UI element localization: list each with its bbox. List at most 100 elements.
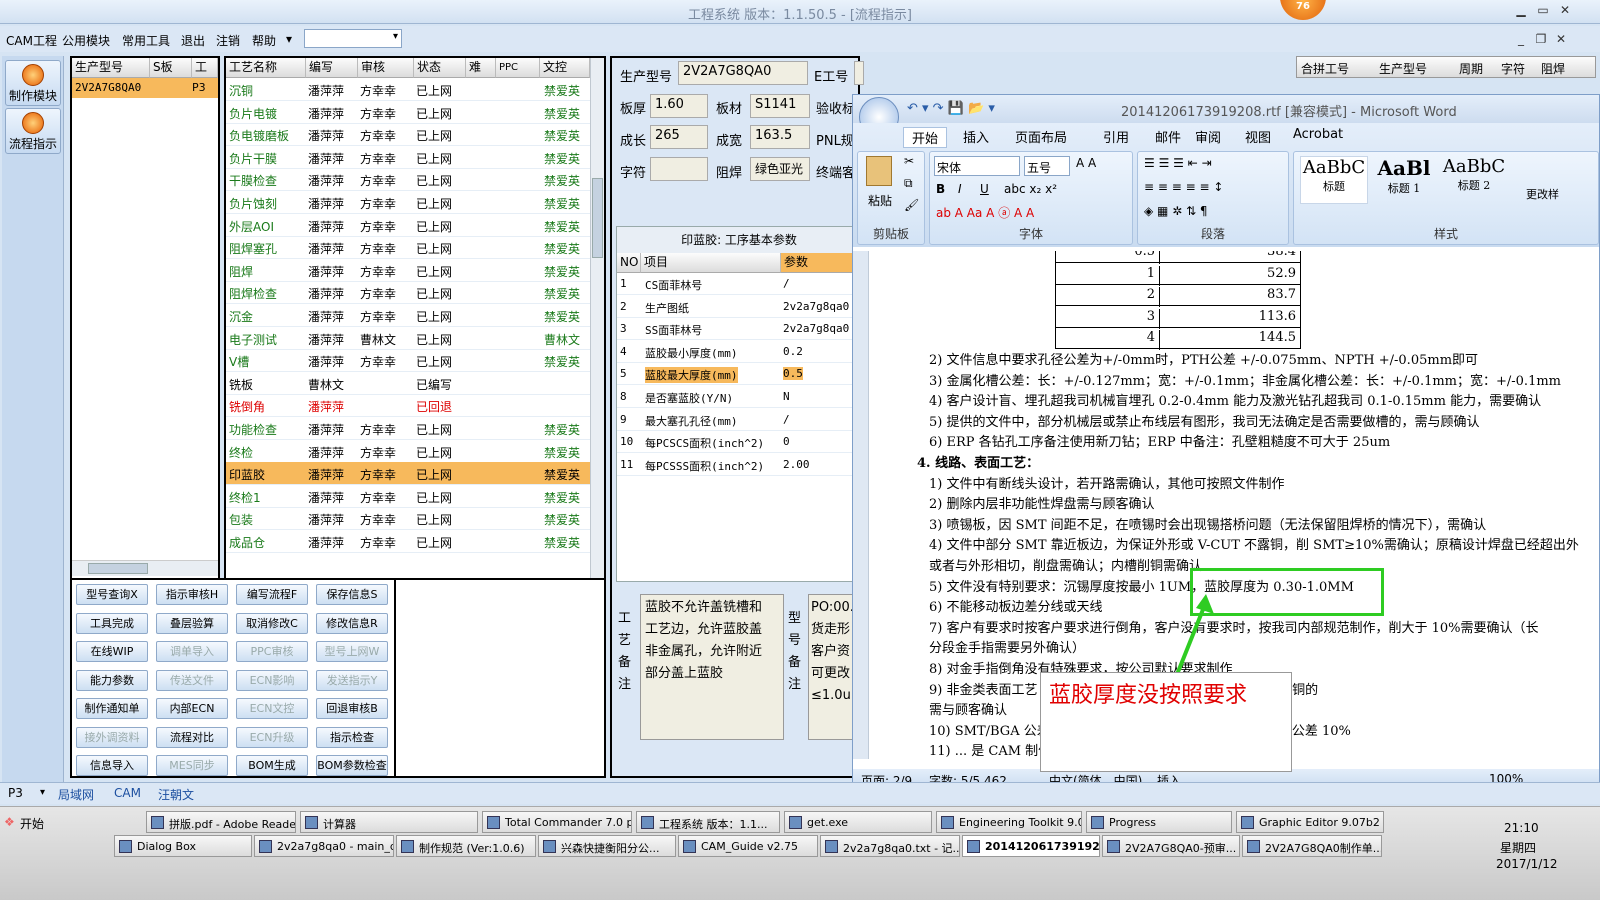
action-button[interactable]: 接外调资料 — [76, 726, 148, 748]
action-button[interactable]: 保存信息S — [316, 584, 388, 605]
minimize-icon[interactable]: ▁ — [1512, 3, 1530, 19]
process-row[interactable]: 阻焊检查 潘萍萍 方幸幸 已上网 禁爱英 — [226, 281, 590, 305]
col-difficulty[interactable]: 难 — [466, 58, 496, 78]
style-normal[interactable]: AaBbC 标题 — [1300, 156, 1368, 204]
process-row[interactable]: 负电镀磨板 潘萍萍 方幸幸 已上网 禁爱英 — [226, 123, 590, 147]
process-row[interactable]: 负片干膜 潘萍萍 方幸幸 已上网 禁爱英 — [226, 146, 590, 169]
ribbon-tab[interactable]: 审阅 — [1195, 127, 1221, 146]
action-button[interactable]: ECN影响 — [236, 669, 308, 691]
action-button[interactable]: 工具完成 — [76, 612, 148, 634]
action-button[interactable]: 回退审核B — [316, 698, 388, 719]
param-row[interactable]: 5 蓝胶最大厚度(mm) 0.5 — [617, 363, 861, 386]
col-doc-control[interactable]: 文控 — [540, 58, 590, 78]
process-note[interactable]: 蓝胶不允许盖铣槽和工艺边，允许蓝胶盖非金属孔，允许附近部分盖上蓝胶 — [640, 594, 784, 740]
ribbon-tab[interactable]: 邮件 — [1155, 127, 1181, 146]
action-button[interactable]: 传送文件 — [156, 669, 228, 691]
col-reviewer[interactable]: 审核 — [358, 58, 414, 78]
field-length[interactable]: 265 — [650, 125, 708, 149]
field-thickness[interactable]: 1.60 — [650, 94, 708, 118]
process-row[interactable]: 成品仓 潘萍萍 方幸幸 已上网 禁爱英 — [226, 530, 590, 553]
scroll-thumb[interactable] — [592, 178, 603, 258]
action-button[interactable]: 型号上网W — [316, 641, 388, 662]
process-row[interactable]: 干膜检查 潘萍萍 方幸幸 已上网 禁爱英 — [226, 168, 590, 192]
font-color-icon[interactable]: ab A Aa A ⓐ A A — [936, 204, 1034, 221]
quick-access-icons[interactable]: ↶ ▾ ↷ 💾 📂 ▾ — [907, 101, 995, 116]
model-row[interactable]: 2V2A7G8QA0 P3 — [72, 78, 218, 98]
font-size-select[interactable]: 五号 — [1024, 156, 1070, 176]
col-model[interactable]: 生产型号 — [72, 58, 150, 78]
col-status[interactable]: 状态 — [414, 58, 466, 78]
taskbar-button[interactable]: 2V2A7G8QA0制作单... — [1242, 835, 1382, 857]
param-row[interactable]: 9 最大塞孔孔径(mm) / — [617, 409, 861, 431]
action-button[interactable]: 叠层验算 — [156, 612, 228, 634]
action-button[interactable]: 取消修改C — [236, 612, 308, 634]
param-row[interactable]: 1 CS面菲林号 / — [617, 273, 861, 295]
param-row[interactable]: 2 生产图纸 2v2a7g8qa0 — [617, 296, 861, 318]
action-button[interactable]: ECN升级 — [236, 726, 308, 748]
format-painter-icon[interactable]: 🖌 — [904, 198, 919, 212]
style-heading2[interactable]: AaBbC 标题 2 — [1440, 156, 1508, 204]
process-row[interactable]: 电子测试 潘萍萍 曹林文 已上网 曹林文 — [226, 327, 590, 350]
param-row[interactable]: 10 每PCSCS面积(inch^2) 0 — [617, 431, 861, 454]
tab-cam[interactable]: CAM — [114, 786, 141, 800]
action-button[interactable]: 型号查询X — [76, 584, 148, 605]
tab-dropdown-icon[interactable]: ▾ — [40, 787, 45, 798]
taskbar-button[interactable]: CAM_Guide v2.75 — [678, 835, 818, 857]
process-row[interactable]: 阻焊 潘萍萍 方幸幸 已上网 禁爱英 — [226, 259, 590, 282]
col-s-board[interactable]: S板 — [150, 58, 192, 78]
field-silk[interactable] — [650, 157, 708, 181]
taskbar-button[interactable]: Graphic Editor 9.07b2 (... — [1236, 811, 1384, 833]
copy-icon[interactable]: ⧉ — [904, 176, 913, 191]
action-button[interactable]: 指示审核H — [156, 584, 228, 605]
mdi-minimize-icon[interactable]: _ — [1512, 32, 1530, 48]
start-button[interactable]: ❖ 开始 — [2, 811, 50, 833]
ribbon-tab[interactable]: 视图 — [1245, 127, 1271, 146]
action-button[interactable]: 编写流程F — [236, 584, 308, 605]
field-mask[interactable]: 绿色亚光 — [750, 157, 810, 181]
param-row[interactable]: 8 是否塞蓝胶(Y/N) N — [617, 386, 861, 408]
process-row[interactable]: 终检 潘萍萍 方幸幸 已上网 禁爱英 — [226, 440, 590, 463]
action-button[interactable]: 能力参数 — [76, 669, 148, 691]
style-heading1[interactable]: AaBl 标题 1 — [1370, 156, 1438, 204]
taskbar-button[interactable]: 兴森快捷衡阳分公... — [538, 835, 676, 857]
tab-lan[interactable]: 局域网 — [58, 786, 94, 803]
process-row[interactable]: 外层AOI 潘萍萍 方幸幸 已上网 禁爱英 — [226, 214, 590, 237]
clock-day[interactable]: 星期四 — [1500, 839, 1536, 856]
action-button[interactable]: 流程对比 — [156, 726, 228, 748]
ribbon-tab[interactable]: 页面布局 — [1015, 127, 1067, 146]
grow-font-icon[interactable]: A A — [1076, 156, 1096, 170]
scroll-thumb[interactable] — [88, 563, 148, 574]
action-button[interactable]: 修改信息R — [316, 612, 388, 634]
menu-combo[interactable]: ▾ — [304, 29, 402, 48]
italic-icon[interactable]: I — [958, 182, 962, 196]
action-button[interactable]: MES同步 — [156, 755, 228, 776]
h-scrollbar[interactable] — [72, 560, 218, 576]
taskbar-button[interactable]: Total Commander 7.0 p... — [482, 811, 632, 833]
taskbar-button[interactable]: 工程系统 版本：1.1... — [636, 811, 780, 833]
taskbar-button[interactable]: Dialog Box — [114, 835, 252, 857]
taskbar-button[interactable]: 拼版.pdf - Adobe Reader — [146, 811, 296, 833]
action-button[interactable]: 调单导入 — [156, 641, 228, 662]
list-icons[interactable]: ☰ ☰ ☰ ⇤ ⇥ — [1144, 156, 1212, 170]
ribbon-tab[interactable]: 开始 — [903, 127, 948, 148]
maximize-icon[interactable]: ▭ — [1534, 3, 1552, 19]
mdi-close-icon[interactable]: ✕ — [1552, 32, 1570, 48]
change-styles-button[interactable]: 更改样 — [1526, 186, 1559, 202]
strike-icon[interactable]: abc x₂ x² — [1004, 182, 1057, 196]
col-work[interactable]: 工 — [192, 58, 218, 78]
action-button[interactable]: 制作通知单 — [76, 698, 148, 719]
ribbon-tab[interactable]: 插入 — [963, 127, 989, 146]
process-row[interactable]: 负片电镀 潘萍萍 方幸幸 已上网 禁爱英 — [226, 101, 590, 124]
process-row[interactable]: 负片蚀刻 潘萍萍 方幸幸 已上网 禁爱英 — [226, 191, 590, 214]
col-mask2[interactable]: 阻焊 — [1541, 60, 1565, 77]
paste-icon[interactable] — [866, 156, 892, 186]
menu-tools[interactable]: 常用工具 — [122, 32, 170, 49]
ribbon-tab[interactable]: Acrobat — [1293, 127, 1343, 142]
taskbar-button[interactable]: 2V2A7G8QA0-预审... — [1102, 835, 1240, 857]
clock-date[interactable]: 2017/1/12 — [1496, 857, 1558, 871]
param-row[interactable]: 3 SS面菲林号 2v2a7g8qa0 — [617, 318, 861, 341]
process-row[interactable]: 终检1 潘萍萍 方幸幸 已上网 禁爱英 — [226, 485, 590, 508]
taskbar-button[interactable]: get.exe — [784, 811, 932, 833]
ribbon-tab[interactable]: 引用 — [1103, 127, 1129, 146]
process-row[interactable]: 包装 潘萍萍 方幸幸 已上网 禁爱英 — [226, 507, 590, 531]
